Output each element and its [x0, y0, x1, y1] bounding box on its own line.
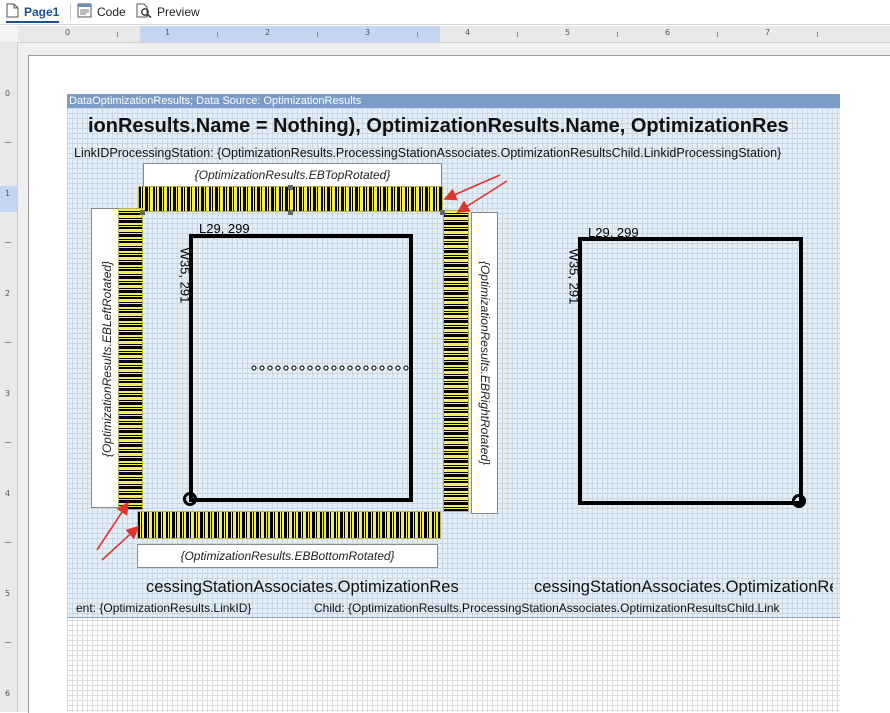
arrow-top-right-2: [456, 180, 508, 213]
annotation-arrows: [96, 174, 508, 561]
arrow-top-right-1: [443, 174, 501, 201]
arrow-bottom-left-1: [96, 501, 129, 551]
arrow-bottom-left-2: [101, 525, 140, 561]
